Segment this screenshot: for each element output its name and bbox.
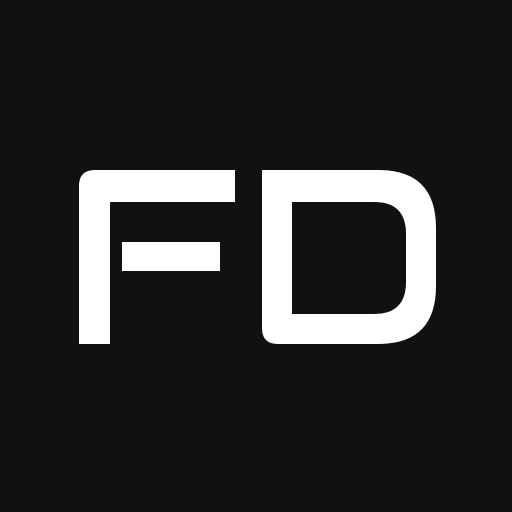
fd-logo-mark [0,0,512,512]
app-icon [0,0,512,512]
letter-f-crossbar [122,242,220,271]
